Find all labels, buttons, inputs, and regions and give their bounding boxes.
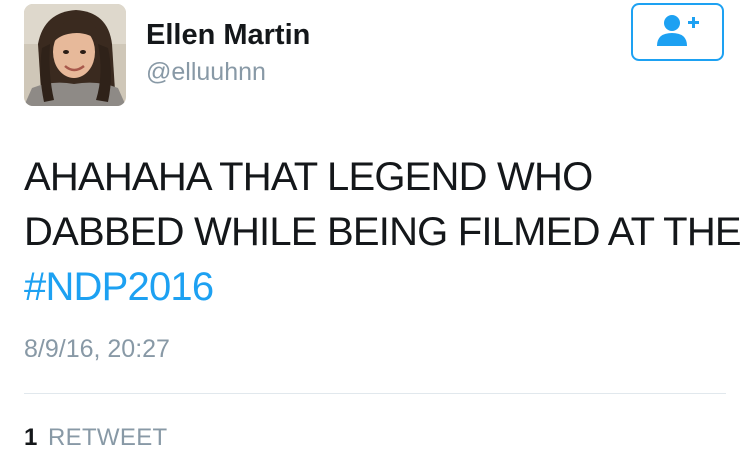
retweet-count-label: RETWEET [48, 424, 168, 451]
retweet-count-number: 1 [24, 424, 38, 451]
avatar-photo [24, 4, 126, 106]
avatar[interactable] [24, 4, 126, 106]
tweet-text: AHAHAHA THAT LEGEND WHO DABBED WHILE BEI… [24, 150, 742, 315]
divider [24, 393, 726, 394]
user-handle[interactable]: @elluuhnn [146, 57, 266, 87]
display-name[interactable]: Ellen Martin [146, 18, 310, 52]
tweet-timestamp[interactable]: 8/9/16, 20:27 [24, 334, 170, 364]
follow-button[interactable] [631, 3, 724, 61]
follow-user-plus-icon [654, 12, 702, 53]
tweet-text-line: AHAHAHA THAT LEGEND WHO [24, 155, 593, 199]
retweet-count[interactable]: 1 RETWEET [24, 423, 167, 453]
tweet-text-line: DABBED WHILE BEING FILMED AT THE [24, 210, 742, 254]
hashtag-link[interactable]: #NDP2016 [24, 260, 734, 315]
